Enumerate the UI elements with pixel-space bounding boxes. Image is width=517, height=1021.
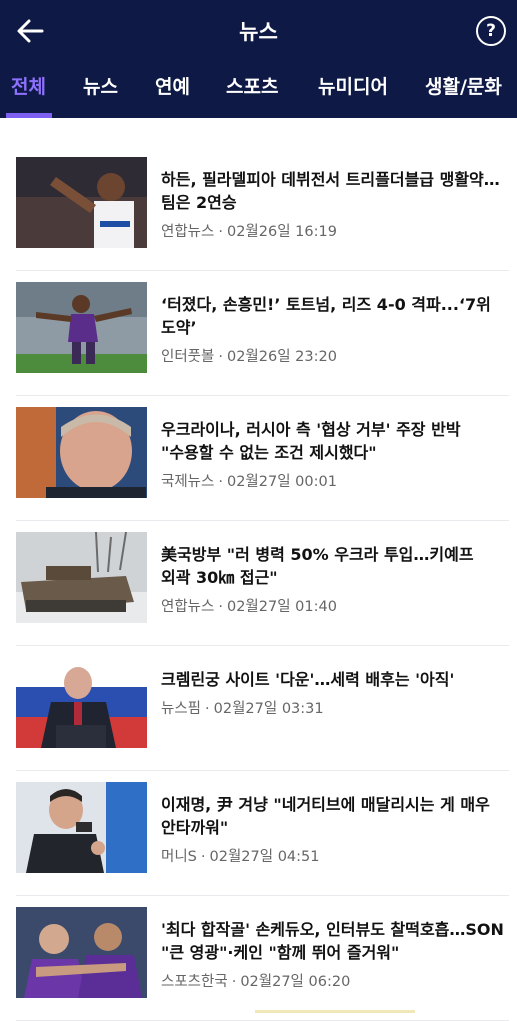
- category-tabs: 전체 뉴스 연예 스포츠 뉴미디어 생활/문화: [0, 62, 517, 118]
- politician-speech-photo: [16, 782, 147, 873]
- article-headline: '최다 합작골' 손케듀오, 인터뷰도 찰떡호흡…SON "큰 영광"·케인 "…: [161, 920, 504, 962]
- soccer-player-photo: [16, 282, 147, 373]
- article-datetime: 02월27일 06:20: [240, 974, 351, 990]
- article-headline: ‘터졌다, 손흥민!’ 토트넘, 리즈 4-0 격파...‘7위 도약’: [161, 295, 491, 337]
- top-bar: 뉴스 ?: [0, 0, 517, 62]
- putin-portrait-photo: [16, 407, 147, 498]
- article-source: 국제뉴스: [161, 474, 215, 490]
- soccer-duo-photo: [16, 907, 147, 998]
- article-datetime: 02월27일 00:01: [226, 474, 337, 490]
- article-datetime: 02월27일 01:40: [226, 599, 337, 615]
- article-text: '최다 합작골' 손케듀오, 인터뷰도 찰떡호흡…SON "큰 영광"·케인 "…: [161, 918, 507, 991]
- article-headline: 이재명, 尹 겨냥 "네거티브에 매달리시는 게 매우 안타까워": [161, 795, 490, 837]
- article-source: 연합뉴스: [161, 599, 215, 615]
- article-headline: 하든, 필라델피아 데뷔전서 트리플더블급 맹활약…팀은 2연승: [161, 170, 500, 212]
- page-title: 뉴스: [239, 20, 278, 44]
- tab-entertainment[interactable]: 연예: [155, 72, 190, 99]
- article-source: 인터풋볼: [161, 349, 215, 365]
- article-thumbnail: [16, 407, 147, 498]
- article-thumbnail: [16, 782, 147, 873]
- tab-all[interactable]: 전체: [11, 72, 46, 99]
- tab-life-culture[interactable]: 생활/문화: [425, 72, 502, 99]
- article-meta: 국제뉴스 · 02월27일 00:01: [161, 474, 337, 490]
- destroyed-tank-photo: [16, 532, 147, 623]
- article-thumbnail: [16, 907, 147, 998]
- list-item[interactable]: '최다 합작골' 손케듀오, 인터뷰도 찰떡호흡…SON "큰 영광"·케인 "…: [16, 896, 509, 1021]
- list-item[interactable]: 크렘린궁 사이트 '다운'…세력 배후는 '아직' 뉴스핌 · 02월27일 03:…: [16, 646, 509, 771]
- article-text: 크렘린궁 사이트 '다운'…세력 배후는 '아직' 뉴스핌 · 02월27일 03:…: [161, 668, 507, 718]
- article-source: 연합뉴스: [161, 224, 215, 240]
- article-meta: 연합뉴스 · 02월27일 01:40: [161, 599, 337, 615]
- article-source: 머니S: [161, 849, 197, 865]
- article-meta: 머니S · 02월27일 04:51: [161, 849, 320, 865]
- basketball-player-photo: [16, 157, 147, 248]
- tab-new-media[interactable]: 뉴미디어: [318, 72, 388, 99]
- article-text: 美국방부 "러 병력 50% 우크라 투입…키예프 외곽 30㎞ 접근" 연합뉴…: [161, 543, 507, 616]
- tab-sports[interactable]: 스포츠: [226, 72, 278, 99]
- news-list: 하든, 필라델피아 데뷔전서 트리플더블급 맹활약…팀은 2연승 연합뉴스 · 02…: [0, 146, 517, 1021]
- article-datetime: 02월27일 03:31: [213, 701, 324, 717]
- article-source: 스포츠한국: [161, 974, 228, 990]
- article-datetime: 02월27일 04:51: [209, 849, 320, 865]
- article-source: 뉴스핌: [161, 701, 202, 717]
- app-header: 뉴스 ? 전체 뉴스 연예 스포츠 뉴미디어 생활/문화: [0, 0, 517, 118]
- article-text: ‘터졌다, 손흥민!’ 토트넘, 리즈 4-0 격파...‘7위 도약’ 인터풋…: [161, 293, 507, 366]
- active-tab-indicator: [6, 113, 52, 118]
- article-datetime: 02월26일 16:19: [226, 224, 337, 240]
- article-thumbnail: [16, 657, 147, 748]
- article-thumbnail: [16, 282, 147, 373]
- article-datetime: 02월26일 23:20: [226, 349, 337, 365]
- list-item[interactable]: 이재명, 尹 겨냥 "네거티브에 매달리시는 게 매우 안타까워" 머니S · 02…: [16, 771, 509, 896]
- putin-podium-photo: [16, 657, 147, 748]
- article-headline: 우크라이나, 러시아 측 '협상 거부' 주장 반박 "수용할 수 없는 조건 …: [161, 420, 461, 462]
- question-circle-icon: ?: [486, 21, 496, 41]
- article-text: 하든, 필라델피아 데뷔전서 트리플더블급 맹활약…팀은 2연승 연합뉴스 · 02…: [161, 168, 507, 241]
- list-item[interactable]: ‘터졌다, 손흥민!’ 토트넘, 리즈 4-0 격파...‘7위 도약’ 인터풋…: [16, 271, 509, 396]
- article-text: 이재명, 尹 겨냥 "네거티브에 매달리시는 게 매우 안타까워" 머니S · 02…: [161, 793, 507, 866]
- help-button[interactable]: ?: [476, 16, 506, 46]
- article-meta: 스포츠한국 · 02월27일 06:20: [161, 974, 351, 990]
- article-text: 우크라이나, 러시아 측 '협상 거부' 주장 반박 "수용할 수 없는 조건 …: [161, 418, 507, 491]
- tab-news[interactable]: 뉴스: [83, 72, 118, 99]
- article-meta: 인터풋볼 · 02월26일 23:20: [161, 349, 337, 365]
- list-item[interactable]: 美국방부 "러 병력 50% 우크라 투입…키예프 외곽 30㎞ 접근" 연합뉴…: [16, 521, 509, 646]
- list-item[interactable]: 하든, 필라델피아 데뷔전서 트리플더블급 맹활약…팀은 2연승 연합뉴스 · 02…: [16, 146, 509, 271]
- article-headline: 美국방부 "러 병력 50% 우크라 투입…키예프 외곽 30㎞ 접근": [161, 545, 474, 587]
- article-meta: 뉴스핌 · 02월27일 03:31: [161, 701, 324, 717]
- article-thumbnail: [16, 532, 147, 623]
- article-meta: 연합뉴스 · 02월26일 16:19: [161, 224, 337, 240]
- article-thumbnail: [16, 157, 147, 248]
- article-headline: 크렘린궁 사이트 '다운'…세력 배후는 '아직': [161, 670, 455, 689]
- list-item[interactable]: 우크라이나, 러시아 측 '협상 거부' 주장 반박 "수용할 수 없는 조건 …: [16, 396, 509, 521]
